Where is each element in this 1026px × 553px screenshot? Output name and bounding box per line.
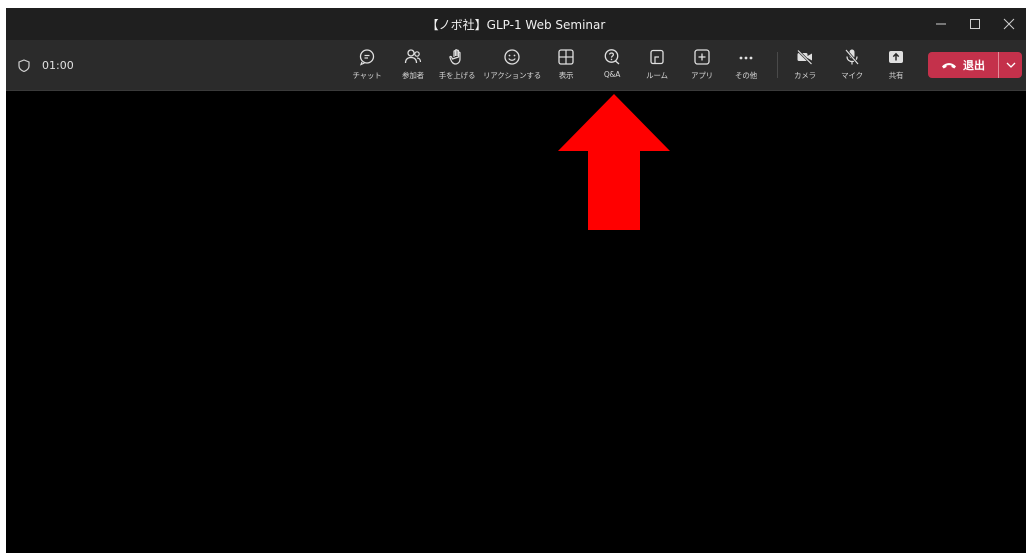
meeting-stage	[6, 92, 1026, 553]
share-button[interactable]: 共有	[872, 46, 920, 86]
view-button[interactable]: 表示	[542, 46, 590, 86]
apps-button[interactable]: アプリ	[678, 46, 726, 86]
minimize-button[interactable]	[924, 8, 958, 40]
shield-icon	[18, 59, 30, 72]
grid-icon	[558, 49, 574, 65]
apps-label: アプリ	[691, 71, 713, 80]
mic-button[interactable]: マイク	[828, 46, 876, 86]
leave-button[interactable]: 退出	[928, 52, 998, 78]
close-window-button[interactable]	[992, 8, 1026, 40]
up-arrow-annotation	[558, 94, 670, 230]
hang-up-icon	[942, 63, 956, 69]
question-bubble-icon	[604, 49, 620, 65]
chat-label: チャット	[352, 71, 382, 80]
teams-meeting-window: 【ノボ社】GLP-1 Web Seminar 01:00 チャット 参加者 手を…	[6, 8, 1026, 553]
rooms-label: ルーム	[646, 71, 668, 80]
window-title: 【ノボ社】GLP-1 Web Seminar	[426, 17, 606, 32]
rooms-icon	[650, 49, 664, 65]
maximize-icon	[970, 19, 980, 29]
close-icon	[1003, 18, 1015, 30]
maximize-button[interactable]	[958, 8, 992, 40]
hand-icon	[449, 49, 461, 65]
more-button[interactable]: その他	[722, 46, 770, 86]
reactions-label: リアクションする	[482, 71, 542, 80]
share-icon	[889, 51, 903, 63]
camera-off-icon	[797, 49, 813, 65]
chat-icon	[359, 49, 375, 66]
rooms-button[interactable]: ルーム	[633, 46, 681, 86]
view-label: 表示	[558, 71, 574, 80]
raise-hand-button[interactable]: 手を上げる	[433, 46, 481, 86]
toolbar-divider	[777, 52, 778, 78]
title-bar: 【ノボ社】GLP-1 Web Seminar	[6, 8, 1026, 40]
elapsed-time: 01:00	[42, 59, 74, 72]
share-label: 共有	[888, 71, 904, 80]
people-icon	[404, 49, 422, 64]
leave-button-group: 退出	[928, 52, 1022, 78]
minimize-icon	[936, 23, 946, 25]
qa-button[interactable]: Q&A	[588, 46, 636, 86]
reactions-button[interactable]: リアクションする	[483, 46, 541, 86]
window-controls	[924, 8, 1026, 40]
camera-button[interactable]: カメラ	[781, 46, 829, 86]
mic-off-icon	[845, 49, 859, 65]
meeting-timer: 01:00	[18, 40, 74, 91]
chat-button[interactable]: チャット	[343, 46, 391, 86]
meeting-toolbar: 01:00 チャット 参加者 手を上げる リアクションする 表示 Q&A ルーム…	[6, 40, 1026, 91]
raise-hand-label: 手を上げる	[438, 71, 476, 80]
leave-label: 退出	[963, 59, 985, 72]
qa-label: Q&A	[603, 70, 621, 79]
participants-label: 参加者	[402, 71, 424, 80]
leave-options-dropdown[interactable]	[998, 52, 1022, 78]
camera-label: カメラ	[794, 71, 816, 80]
ellipsis-icon	[739, 56, 753, 60]
participants-button[interactable]: 参加者	[389, 46, 437, 86]
add-app-icon	[694, 49, 710, 65]
smiley-icon	[504, 49, 520, 65]
more-label: その他	[735, 71, 757, 80]
chevron-down-icon	[1006, 62, 1015, 68]
mic-label: マイク	[841, 71, 863, 80]
